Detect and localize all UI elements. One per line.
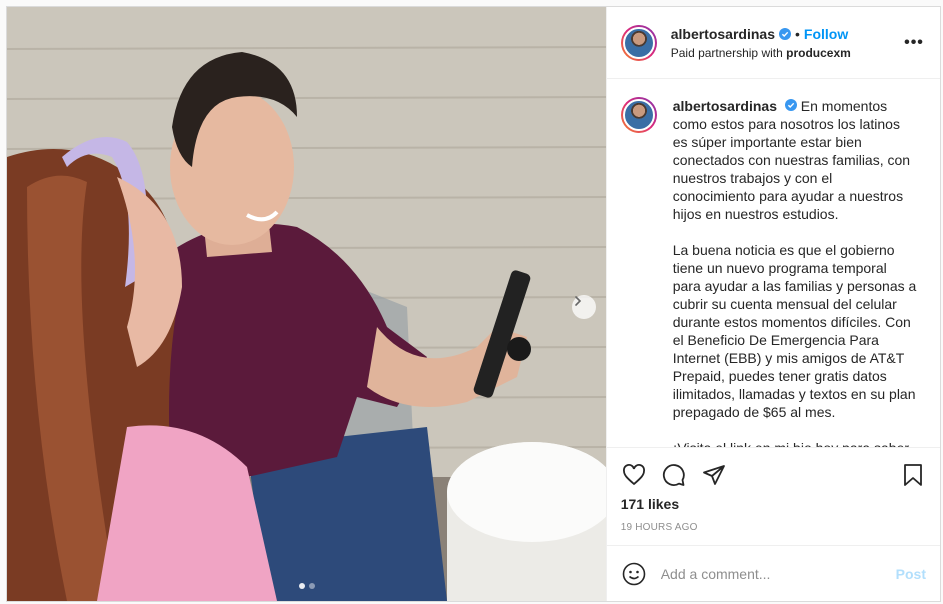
comment-icon <box>662 464 685 486</box>
partnership-label: Paid partnership with producexm <box>671 46 902 60</box>
verified-badge-icon <box>784 99 797 111</box>
avatar[interactable] <box>620 24 657 61</box>
partnership-prefix: Paid partnership with <box>670 45 783 60</box>
caption-paragraph-2: La buena noticia es que el gobierno tien… <box>672 242 917 420</box>
comment-input[interactable] <box>660 565 896 582</box>
verified-badge-icon <box>778 27 791 40</box>
partner-link[interactable]: producexm <box>786 46 851 60</box>
separator: • <box>794 25 800 42</box>
post-image[interactable] <box>7 7 606 601</box>
like-button[interactable] <box>621 462 647 488</box>
caption-text: albertosardinas En momentos como estos p… <box>673 97 918 447</box>
caption-paragraph-1: En momentos como estos para nosotros los… <box>672 98 911 222</box>
post-header: albertosardinas • Follow Paid partnershi… <box>606 7 940 79</box>
share-icon <box>702 465 725 485</box>
post-modal: albertosardinas • Follow Paid partnershi… <box>6 6 941 602</box>
action-bar: 171 likes 19 HOURS AGO <box>606 447 940 545</box>
post-comment-button[interactable]: Post <box>896 566 926 582</box>
emoji-button[interactable] <box>621 561 647 587</box>
post-photo <box>7 7 606 601</box>
username-link[interactable]: albertosardinas <box>671 26 775 42</box>
follow-button[interactable]: Follow <box>804 26 848 42</box>
comment-button[interactable] <box>661 462 687 488</box>
share-button[interactable] <box>701 462 727 488</box>
post-sidebar: albertosardinas • Follow Paid partnershi… <box>605 7 940 601</box>
carousel-dot <box>309 583 315 589</box>
save-button[interactable] <box>900 462 926 488</box>
carousel-dot-active <box>299 583 305 589</box>
caption-paragraph-3: ¡Visita el link en mi bio hoy para saber… <box>673 439 918 447</box>
comment-bar: Post <box>606 545 940 601</box>
carousel-indicator <box>299 583 315 589</box>
bookmark-icon <box>904 464 922 486</box>
more-options-icon[interactable]: ••• <box>902 31 926 55</box>
post-timestamp[interactable]: 19 HOURS AGO <box>621 522 926 533</box>
likes-count[interactable]: 171 likes <box>621 496 926 512</box>
emoji-icon <box>622 562 646 585</box>
caption-area: albertosardinas En momentos como estos p… <box>607 79 940 447</box>
next-button[interactable] <box>572 295 596 319</box>
caption-username[interactable]: albertosardinas <box>673 98 777 114</box>
caption-avatar[interactable] <box>620 97 657 133</box>
heart-icon <box>622 464 645 486</box>
next-arrow-icon <box>575 296 582 306</box>
